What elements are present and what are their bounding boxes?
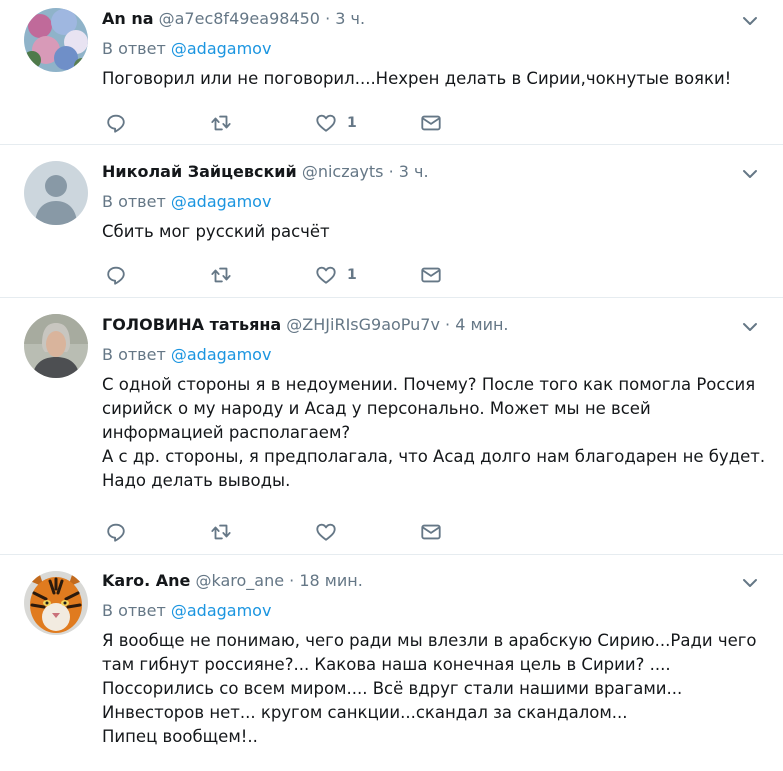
retweet-icon [211, 267, 231, 283]
reply-button[interactable] [105, 111, 127, 135]
tweet[interactable]: An na @a7ec8f49ea98450 · 3 ч. В ответ @a… [0, 0, 783, 145]
tweet[interactable]: Karo. Ane @karo_ane · 18 мин. В ответ @a… [0, 555, 783, 771]
user-handle[interactable]: @a7ec8f49ea98450 [159, 9, 320, 28]
reply-icon [107, 266, 125, 285]
tweet-text: Сбить мог русский расчёт [102, 222, 330, 241]
reply-target-link[interactable]: @adagamov [171, 345, 272, 364]
like-button[interactable]: 1 [315, 111, 357, 135]
like-count: 1 [347, 115, 357, 131]
envelope-icon [421, 267, 441, 283]
timestamp[interactable]: 3 ч. [399, 162, 429, 181]
user-name[interactable]: ГОЛОВИНА татьяна [102, 315, 281, 334]
user-handle[interactable]: @ZHJiRIsG9aoPu7v [286, 315, 440, 334]
reply-label: В ответ [102, 192, 166, 211]
tweet[interactable]: ГОЛОВИНА татьяна @ZHJiRIsG9aoPu7v · 4 ми… [0, 298, 783, 555]
avatar[interactable] [24, 571, 88, 635]
heart-icon [316, 266, 336, 284]
separator-dot: · [325, 9, 331, 28]
retweet-button[interactable] [210, 111, 232, 135]
separator-dot: · [445, 315, 451, 334]
reply-button[interactable] [105, 520, 127, 544]
timestamp[interactable]: 4 мин. [455, 315, 508, 334]
reply-target-link[interactable]: @adagamov [171, 192, 272, 211]
chevron-down-icon[interactable] [741, 165, 759, 183]
envelope-icon [421, 115, 441, 131]
tweet-text: Я вообще не понимаю, чего ради мы влезли… [102, 631, 757, 746]
reply-label: В ответ [102, 601, 166, 620]
like-button[interactable] [315, 520, 347, 544]
user-name[interactable]: Николай Зайцевский [102, 162, 297, 181]
chevron-down-icon[interactable] [741, 12, 759, 30]
user-handle[interactable]: @karo_ane [195, 571, 284, 590]
tweet-header: Николай Зайцевский @niczayts · 3 ч. [102, 162, 429, 182]
avatar[interactable] [24, 8, 88, 72]
avatar[interactable] [24, 161, 88, 225]
user-name[interactable]: An na [102, 9, 154, 28]
retweet-icon [211, 524, 231, 540]
tweet-header: Karo. Ane @karo_ane · 18 мин. [102, 571, 363, 591]
heart-icon [316, 523, 336, 541]
reply-context: В ответ @adagamov [102, 345, 271, 365]
reply-label: В ответ [102, 345, 166, 364]
direct-message-button[interactable] [420, 263, 442, 287]
user-name[interactable]: Karo. Ane [102, 571, 190, 590]
reply-context: В ответ @adagamov [102, 601, 271, 621]
tweet-header: An na @a7ec8f49ea98450 · 3 ч. [102, 9, 365, 29]
envelope-icon [421, 524, 441, 540]
retweet-icon [211, 115, 231, 131]
direct-message-button[interactable] [420, 520, 442, 544]
timestamp[interactable]: 3 ч. [335, 9, 365, 28]
separator-dot: · [388, 162, 394, 181]
reply-label: В ответ [102, 39, 166, 58]
retweet-button[interactable] [210, 263, 232, 287]
tweet-text: Поговорил или не поговорил....Нехрен дел… [102, 69, 732, 88]
reply-button[interactable] [105, 263, 127, 287]
heart-icon [316, 114, 336, 132]
like-button[interactable]: 1 [315, 263, 357, 287]
reply-icon [107, 523, 125, 542]
retweet-button[interactable] [210, 520, 232, 544]
timestamp[interactable]: 18 мин. [299, 571, 362, 590]
tweet-header: ГОЛОВИНА татьяна @ZHJiRIsG9aoPu7v · 4 ми… [102, 315, 509, 335]
direct-message-button[interactable] [420, 111, 442, 135]
separator-dot: · [289, 571, 295, 590]
reply-target-link[interactable]: @adagamov [171, 39, 272, 58]
tweet-text: С одной стороны я в недоумении. Почему? … [102, 375, 766, 490]
reply-target-link[interactable]: @adagamov [171, 601, 272, 620]
chevron-down-icon[interactable] [741, 574, 759, 592]
avatar[interactable] [24, 314, 88, 378]
reply-context: В ответ @adagamov [102, 192, 271, 212]
like-count: 1 [347, 267, 357, 283]
reply-context: В ответ @adagamov [102, 39, 271, 59]
reply-icon [107, 114, 125, 133]
tweet[interactable]: Николай Зайцевский @niczayts · 3 ч. В от… [0, 145, 783, 298]
chevron-down-icon[interactable] [741, 318, 759, 336]
user-handle[interactable]: @niczayts [302, 162, 384, 181]
